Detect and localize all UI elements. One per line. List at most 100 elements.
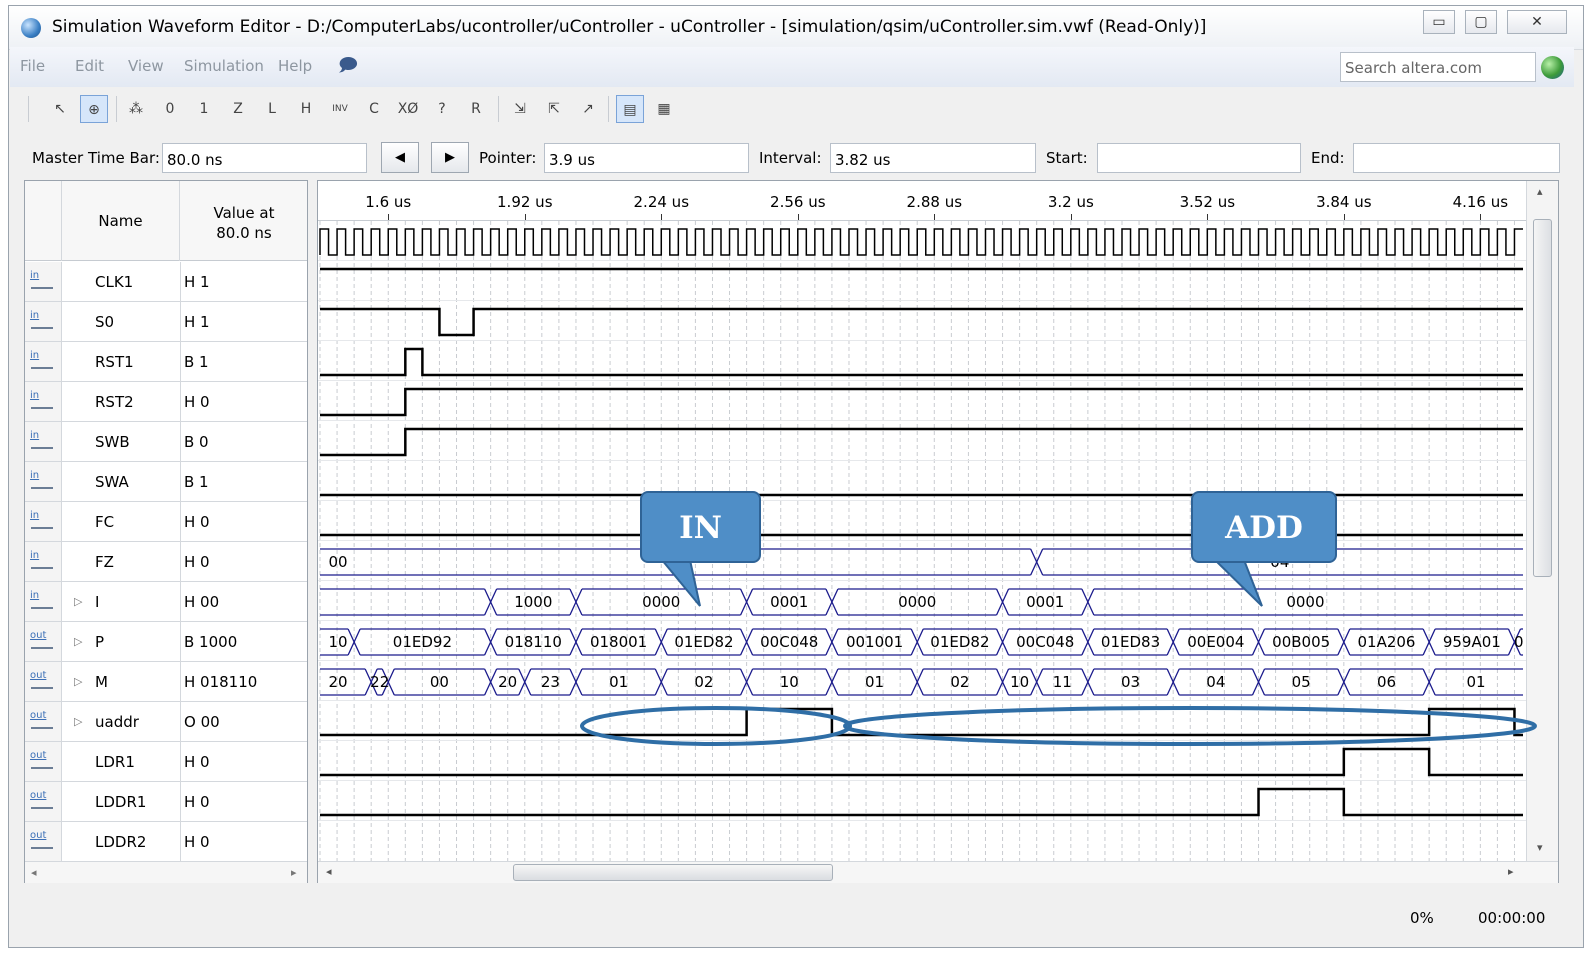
start-field[interactable] xyxy=(1097,143,1301,173)
snap-grid-icon[interactable]: ⇲ xyxy=(506,95,534,123)
scroll-up-icon[interactable]: ▴ xyxy=(1537,185,1543,198)
bus-value-label: 01ED82 xyxy=(674,633,733,651)
clock-value-icon[interactable]: XØ xyxy=(394,95,422,123)
waveform-canvas[interactable]: 00041000000000010000000100001001ED920181… xyxy=(318,221,1526,861)
close-button[interactable]: ✕ xyxy=(1507,10,1567,34)
weak-low-icon[interactable]: L xyxy=(258,95,286,123)
output-pin-icon: out xyxy=(25,662,62,701)
force-high-icon[interactable]: 1 xyxy=(190,95,218,123)
bus-value-label: 23 xyxy=(541,673,560,691)
hscroll-thumb[interactable] xyxy=(513,864,833,881)
master-time-bar-field[interactable]: 80.0 ns xyxy=(162,143,367,173)
bus-value-label: 06 xyxy=(1377,673,1396,691)
waveform-vscrollbar[interactable]: ▴ ▾ xyxy=(1526,181,1558,861)
menu-simulation[interactable]: Simulation xyxy=(184,57,264,75)
expand-bus-icon[interactable]: ▷ xyxy=(74,662,82,702)
previous-transition-button[interactable]: ◀ xyxy=(381,142,419,173)
pointer-tool-icon[interactable]: ↖ xyxy=(46,95,74,123)
output-pin-icon: out xyxy=(25,702,62,741)
invert-icon[interactable]: INV xyxy=(326,95,354,123)
signal-value: H 1 xyxy=(184,273,210,291)
toolbar-separator xyxy=(498,96,499,122)
globe-icon[interactable] xyxy=(1541,56,1564,79)
random-value-icon[interactable]: R xyxy=(462,95,490,123)
input-pin-icon: in xyxy=(25,342,62,381)
scroll-left-icon[interactable]: ◂ xyxy=(31,866,37,879)
name-panel-hscrollbar[interactable]: ◂ ▸ xyxy=(25,861,307,883)
search-input[interactable]: Search altera.com xyxy=(1340,52,1536,82)
bus-value-label: 1000 xyxy=(514,593,552,611)
pointer-field[interactable]: 3.9 us xyxy=(544,143,749,173)
unknown-value-icon[interactable]: ⁂ xyxy=(122,95,150,123)
insert-node-icon[interactable]: ↗ xyxy=(574,95,602,123)
expand-bus-icon[interactable]: ▷ xyxy=(74,702,82,742)
expand-bus-icon[interactable]: ▷ xyxy=(74,582,82,622)
signal-row-rst1[interactable]: in RST1 B 1 xyxy=(25,342,307,382)
maximize-button[interactable]: ▢ xyxy=(1465,10,1497,34)
signal-row-s0[interactable]: in S0 H 1 xyxy=(25,302,307,342)
high-impedance-icon[interactable]: Z xyxy=(224,95,252,123)
bus-value-label: 10 xyxy=(328,633,347,651)
zoom-tool-icon[interactable]: ⊕ xyxy=(80,95,108,123)
interval-field[interactable]: 3.82 us xyxy=(830,143,1036,173)
arbitrary-value-icon[interactable]: ? xyxy=(428,95,456,123)
expand-bus-icon[interactable]: ▷ xyxy=(74,622,82,662)
name-column-header[interactable]: Name xyxy=(62,181,180,261)
signal-row-m[interactable]: out M ▷ H 018110 xyxy=(25,662,307,702)
scroll-down-icon[interactable]: ▾ xyxy=(1537,841,1543,854)
vscroll-thumb[interactable] xyxy=(1533,219,1552,577)
ruler-tick-label: 1.92 us xyxy=(497,193,553,211)
signal-row-ldr1[interactable]: out LDR1 H 0 xyxy=(25,742,307,782)
ruler-tick-mark xyxy=(388,214,390,220)
signal-row-swa[interactable]: in SWA B 1 xyxy=(25,462,307,502)
waveform-hscrollbar[interactable]: ◂ ▸ xyxy=(318,861,1558,883)
bus-value-label: 0000 xyxy=(642,593,680,611)
signal-name: RST1 xyxy=(62,342,181,381)
count-value-icon[interactable]: C xyxy=(360,95,388,123)
signal-name: I ▷ xyxy=(62,582,181,621)
signal-row-i[interactable]: in I ▷ H 00 xyxy=(25,582,307,622)
signal-row-fc[interactable]: in FC H 0 xyxy=(25,502,307,542)
waveform-lddr1 xyxy=(320,747,1523,777)
signal-row-p[interactable]: out P ▷ B 1000 xyxy=(25,622,307,662)
value-column-header[interactable]: Value at 80.0 ns xyxy=(181,203,307,243)
ruler-tick-mark xyxy=(1207,214,1209,220)
menu-view[interactable]: View xyxy=(128,57,164,75)
bus-value-label: 00C048 xyxy=(760,633,818,651)
signal-row-swb[interactable]: in SWB B 0 xyxy=(25,422,307,462)
signal-row-rst2[interactable]: in RST2 H 0 xyxy=(25,382,307,422)
signal-row-fz[interactable]: in FZ H 0 xyxy=(25,542,307,582)
comment-icon[interactable]: 🗩 xyxy=(338,53,358,83)
menu-file[interactable]: File xyxy=(20,57,45,75)
status-bar: 0% 00:00:00 xyxy=(10,893,1574,943)
scroll-left-icon[interactable]: ◂ xyxy=(326,865,332,878)
next-transition-button[interactable]: ▶ xyxy=(431,142,469,173)
minimize-button[interactable]: ▭ xyxy=(1423,10,1455,34)
grid-toggle-icon[interactable]: ▤ xyxy=(616,95,644,123)
signal-row-uaddr[interactable]: out uaddr ▷ O 00 xyxy=(25,702,307,742)
menu-edit[interactable]: Edit xyxy=(75,57,104,75)
signal-value: H 0 xyxy=(184,553,210,571)
menu-help[interactable]: Help xyxy=(278,57,312,75)
signal-row-lddr1[interactable]: out LDDR1 H 0 xyxy=(25,782,307,822)
signal-row-clk1[interactable]: in CLK1 H 1 xyxy=(25,262,307,302)
elapsed-time: 00:00:00 xyxy=(1478,909,1546,927)
waveform-clk1 xyxy=(319,228,1523,256)
bus-value-label: 00 xyxy=(328,553,347,571)
force-low-icon[interactable]: 0 xyxy=(156,95,184,123)
weak-high-icon[interactable]: H xyxy=(292,95,320,123)
bus-value-label: 0 xyxy=(1514,633,1524,651)
waveform-compare-icon[interactable]: ⇱ xyxy=(540,95,568,123)
overwrite-mode-icon[interactable]: ▦ xyxy=(650,95,678,123)
end-field[interactable] xyxy=(1353,143,1560,173)
bus-value-label: 0000 xyxy=(898,593,936,611)
signal-name: S0 xyxy=(62,302,181,341)
scroll-right-icon[interactable]: ▸ xyxy=(1508,865,1514,878)
scroll-right-icon[interactable]: ▸ xyxy=(291,866,297,879)
bus-value-label: 018001 xyxy=(590,633,647,651)
quartus-app-icon xyxy=(21,18,41,38)
signal-row-lddr2[interactable]: out LDDR2 H 0 xyxy=(25,822,307,862)
waveform-lddr2 xyxy=(320,787,1523,817)
bus-value-label: 10 xyxy=(1010,673,1029,691)
ruler-tick-mark xyxy=(661,214,663,220)
